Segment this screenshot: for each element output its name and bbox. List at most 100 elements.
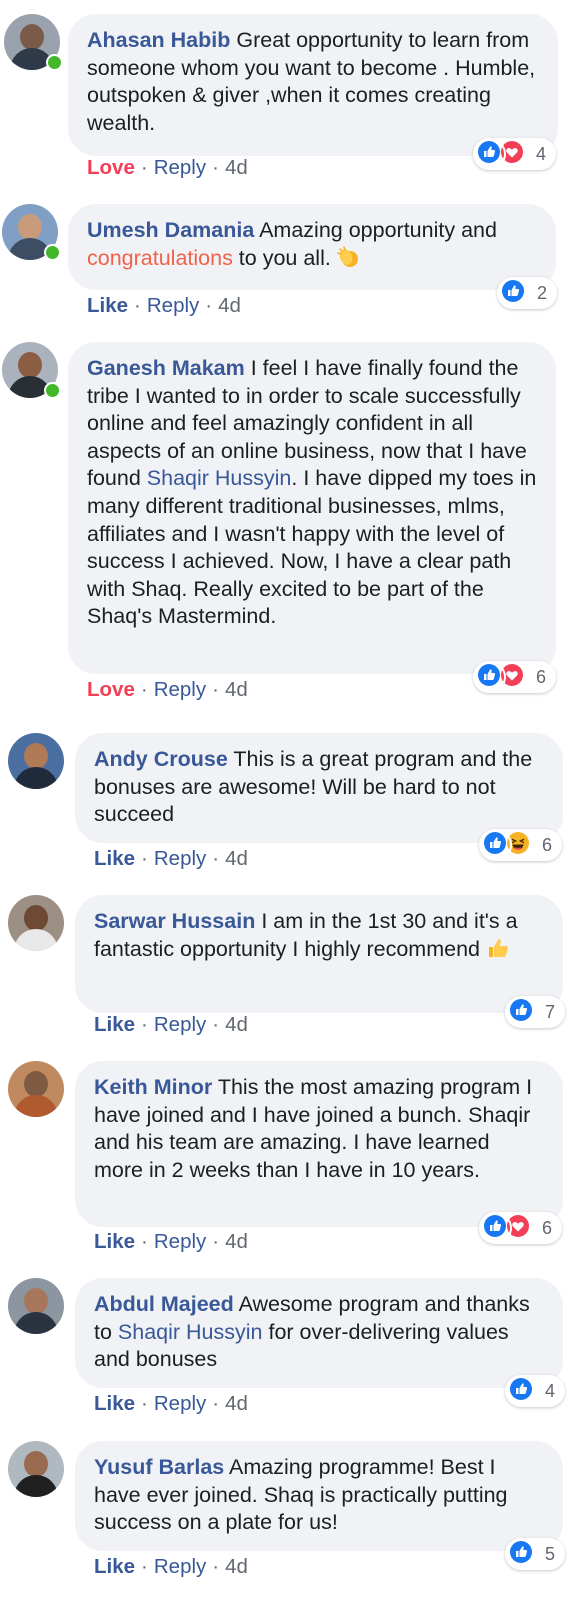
commenter-name[interactable]: Sarwar Hussain — [94, 909, 255, 933]
love-button[interactable]: Love — [87, 156, 135, 179]
reaction-summary[interactable]: 7 — [505, 996, 566, 1028]
avatar[interactable] — [8, 1278, 64, 1334]
comment-actions: Like · Reply · 4d — [94, 1392, 248, 1416]
separator-dot: · — [140, 156, 148, 179]
reaction-count: 6 — [542, 1217, 553, 1238]
comment-bubble: Abdul Majeed Awesome program and thanks … — [75, 1278, 563, 1388]
commenter-name[interactable]: Umesh Damania — [87, 218, 254, 242]
timestamp[interactable]: 4d — [225, 678, 248, 701]
like-button[interactable]: Like — [94, 1555, 135, 1578]
separator-dot: · — [212, 156, 219, 179]
reaction-count: 4 — [536, 143, 547, 164]
commenter-name[interactable]: Ganesh Makam — [87, 356, 245, 380]
avatar-head — [24, 1451, 48, 1477]
reaction-summary[interactable]: 4 — [473, 138, 557, 170]
timestamp[interactable]: 4d — [225, 847, 248, 870]
commenter-name[interactable]: Yusuf Barlas — [94, 1455, 224, 1479]
avatar-body — [14, 1312, 58, 1334]
separator-dot: · — [141, 1230, 148, 1253]
like-reaction-icon — [508, 1539, 538, 1569]
online-status-dot — [44, 244, 61, 261]
reaction-summary[interactable]: 5 — [505, 1538, 566, 1570]
reaction-count: 2 — [537, 282, 548, 303]
separator-dot: · — [205, 294, 213, 317]
like-reaction-icon — [500, 278, 530, 308]
avatar[interactable] — [8, 1441, 64, 1497]
reply-button[interactable]: Reply — [154, 1230, 206, 1253]
reply-button[interactable]: Reply — [154, 847, 206, 870]
comment-actions: Like · Reply · 4d — [94, 847, 248, 871]
avatar-head — [24, 1071, 48, 1097]
comment-actions: Like · Reply · 4d — [94, 1013, 248, 1037]
reaction-summary[interactable]: 6 — [479, 1212, 563, 1244]
separator-dot: · — [140, 678, 148, 701]
timestamp[interactable]: 4d — [225, 156, 248, 179]
avatar[interactable] — [8, 733, 64, 789]
comment-bubble: Keith Minor This the most amazing progra… — [75, 1061, 563, 1227]
online-status-dot — [46, 54, 63, 71]
reply-button[interactable]: Reply — [154, 1392, 206, 1415]
commenter-name[interactable]: Abdul Majeed — [94, 1292, 234, 1316]
avatar-body — [14, 767, 58, 789]
reply-button[interactable]: Reply — [154, 1013, 206, 1036]
reaction-summary[interactable]: 6 — [473, 661, 557, 693]
like-button[interactable]: Like — [94, 1230, 135, 1253]
like-button[interactable]: Like — [94, 847, 135, 870]
comment-bubble: Ahasan Habib Great opportunity to learn … — [68, 14, 558, 156]
timestamp[interactable]: 4d — [225, 1013, 248, 1036]
separator-dot: · — [212, 1555, 220, 1578]
mention-link[interactable]: Shaqir Hussyin — [147, 466, 292, 490]
comment-actions: Love · Reply · 4d — [87, 678, 248, 702]
timestamp[interactable]: 4d — [225, 1555, 248, 1578]
reaction-count: 7 — [545, 1001, 556, 1022]
comment-text: to you all. — [232, 245, 331, 270]
like-button[interactable]: Like — [94, 1013, 135, 1036]
reaction-summary[interactable]: 2 — [497, 277, 558, 309]
like-reaction-icon — [476, 139, 506, 169]
separator-dot: · — [212, 1392, 220, 1415]
commenter-name[interactable]: Ahasan Habib — [87, 28, 230, 52]
avatar-body — [14, 929, 58, 951]
timestamp[interactable]: 4d — [225, 1392, 248, 1415]
avatar-head — [24, 905, 48, 931]
separator-dot: · — [212, 847, 220, 870]
avatar-body — [14, 1095, 58, 1117]
comment-bubble: Sarwar Hussain I am in the 1st 30 and it… — [75, 895, 563, 1013]
timestamp[interactable]: 4d — [225, 1230, 248, 1253]
mention-link[interactable]: Shaqir Hussyin — [118, 1320, 263, 1344]
comment-actions: Like · Reply · 4d — [94, 1230, 248, 1254]
reply-button[interactable]: Reply — [147, 294, 199, 317]
hashtag-link[interactable]: congratulations — [87, 246, 233, 270]
avatar-head — [20, 24, 44, 50]
like-reaction-icon — [482, 1213, 512, 1243]
separator-dot: · — [212, 1013, 220, 1036]
reply-button[interactable]: Reply — [154, 156, 206, 179]
like-reaction-icon — [482, 830, 512, 860]
clap-emoji — [337, 245, 361, 268]
reply-button[interactable]: Reply — [154, 1555, 206, 1578]
comment-text: Amazing opportunity and — [259, 218, 497, 242]
commenter-name[interactable]: Andy Crouse — [94, 747, 228, 771]
like-reaction-icon — [508, 1376, 538, 1406]
reply-button[interactable]: Reply — [154, 678, 206, 701]
avatar[interactable] — [8, 895, 64, 951]
avatar-head — [18, 352, 42, 378]
reaction-summary[interactable]: 4 — [505, 1375, 566, 1407]
comment-bubble: Ganesh Makam I feel I have finally found… — [68, 342, 556, 674]
reaction-count: 4 — [545, 1380, 556, 1401]
online-status-dot — [44, 382, 61, 399]
comment-bubble: Yusuf Barlas Amazing programme! Best I h… — [75, 1441, 563, 1551]
avatar-head — [24, 743, 48, 769]
reaction-summary[interactable]: 6 — [479, 829, 563, 861]
like-button[interactable]: Like — [94, 1392, 135, 1415]
avatar-head — [18, 214, 42, 240]
separator-dot: · — [212, 678, 219, 701]
like-button[interactable]: Like — [87, 294, 128, 317]
commenter-name[interactable]: Keith Minor — [94, 1075, 212, 1099]
thumbs-up-emoji — [486, 937, 510, 959]
love-button[interactable]: Love — [87, 678, 135, 701]
timestamp[interactable]: 4d — [218, 294, 241, 317]
separator-dot: · — [141, 847, 148, 870]
separator-dot: · — [134, 294, 141, 317]
avatar[interactable] — [8, 1061, 64, 1117]
